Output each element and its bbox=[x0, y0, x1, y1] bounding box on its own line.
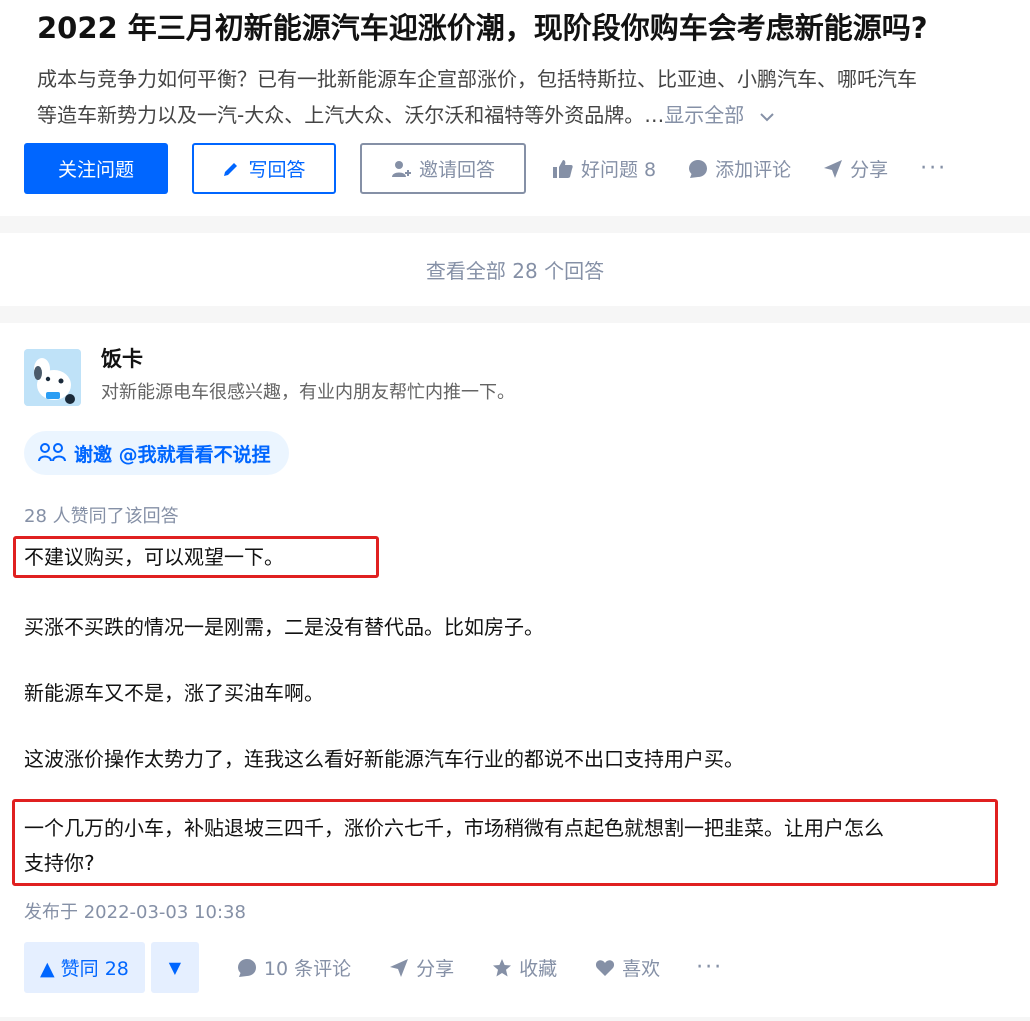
chevron-down-icon bbox=[759, 112, 774, 121]
share-answer-button[interactable]: 分享 bbox=[389, 954, 454, 981]
good-question-label: 好问题 8 bbox=[581, 159, 657, 181]
publish-time[interactable]: 发布于 2022-03-03 10:38 bbox=[24, 898, 246, 924]
invite-answer-label: 邀请回答 bbox=[418, 159, 495, 181]
add-user-icon bbox=[391, 160, 411, 177]
invite-answer-button[interactable]: 邀请回答 bbox=[360, 143, 526, 194]
downvote-button[interactable]: ▼ bbox=[150, 942, 199, 993]
star-icon bbox=[493, 958, 512, 976]
answer-paragraph: 这波涨价操作太势力了，连我这么看好新能源汽车行业的都说不出口支持用户买。 bbox=[24, 747, 744, 771]
comment-icon bbox=[237, 958, 256, 977]
question-more-button[interactable]: ··· bbox=[920, 156, 947, 181]
share-question-label: 分享 bbox=[850, 159, 889, 181]
heart-icon bbox=[596, 959, 615, 976]
author-name[interactable]: 饭卡 bbox=[101, 343, 143, 373]
add-comment-button[interactable]: 添加评论 bbox=[688, 155, 791, 182]
dog-avatar-icon bbox=[24, 349, 81, 406]
write-answer-label: 写回答 bbox=[248, 159, 306, 181]
answer-card: 饭卡 对新能源电车很感兴趣，有业内朋友帮忙内推一下。 谢邀 @我就看看不说捏 2… bbox=[0, 323, 1030, 1017]
question-desc-line-1: 成本与竞争力如何平衡？已有一批新能源车企宣部涨价，包括特斯拉、比亚迪、小鹏汽车、… bbox=[37, 67, 917, 91]
collect-label: 收藏 bbox=[519, 958, 558, 980]
collect-button[interactable]: 收藏 bbox=[492, 954, 557, 981]
comment-icon bbox=[689, 159, 708, 178]
invite-tag-label: 谢邀 @我就看看不说捏 bbox=[74, 443, 271, 466]
question-description: 成本与竞争力如何平衡？已有一批新能源车企宣部涨价，包括特斯拉、比亚迪、小鹏汽车、… bbox=[37, 61, 1030, 133]
add-comment-label: 添加评论 bbox=[715, 159, 792, 181]
question-desc-line-2: 等造车新势力以及一汽-大众、上汽大众、沃尔沃和福特等外资品牌。…显示全部 bbox=[37, 97, 1030, 133]
voters-count[interactable]: 28 人赞同了该回答 bbox=[24, 502, 179, 528]
avatar[interactable] bbox=[24, 349, 81, 406]
author-bio: 对新能源电车很感兴趣，有业内朋友帮忙内推一下。 bbox=[101, 382, 515, 403]
question-title[interactable]: 2022 年三月初新能源汽车迎涨价潮，现阶段你购车会考虑新能源吗? bbox=[37, 10, 1030, 46]
show-all-link[interactable]: 显示全部 bbox=[664, 103, 774, 127]
answer-actions: ▲ 赞同 28 ▼ 10 条评论 分享 收藏 喜欢 ··· bbox=[24, 942, 723, 993]
invite-thanks-tag[interactable]: 谢邀 @我就看看不说捏 bbox=[24, 431, 289, 475]
answer-paragraph: 不建议购买，可以观望一下。 bbox=[24, 545, 284, 569]
paper-plane-icon bbox=[390, 958, 409, 977]
invite-people-icon bbox=[38, 443, 66, 462]
answer-paragraph: 支持你? bbox=[24, 851, 95, 875]
view-all-answers-link[interactable]: 查看全部 28 个回答 bbox=[0, 233, 1030, 306]
answer-paragraph: 买涨不买跌的情况一是刚需，二是没有替代品。比如房子。 bbox=[24, 615, 544, 639]
write-answer-button[interactable]: 写回答 bbox=[192, 143, 336, 194]
share-question-button[interactable]: 分享 bbox=[823, 155, 888, 182]
thumbs-up-icon bbox=[553, 159, 573, 178]
question-card: 2022 年三月初新能源汽车迎涨价潮，现阶段你购车会考虑新能源吗? 成本与竞争力… bbox=[0, 0, 1030, 216]
paper-plane-icon bbox=[824, 159, 843, 178]
like-button[interactable]: 喜欢 bbox=[595, 954, 660, 981]
upvote-button[interactable]: ▲ 赞同 28 bbox=[24, 942, 145, 993]
question-actions: 关注问题 写回答 邀请回答 好问题 8 添加评论 分享 ··· bbox=[24, 143, 947, 194]
comments-label: 10 条评论 bbox=[263, 958, 352, 980]
answer-more-button[interactable]: ··· bbox=[696, 955, 723, 980]
pencil-icon bbox=[224, 162, 238, 176]
question-desc-text: 等造车新势力以及一汽-大众、上汽大众、沃尔沃和福特等外资品牌。… bbox=[37, 103, 665, 127]
share-answer-label: 分享 bbox=[416, 958, 455, 980]
like-label: 喜欢 bbox=[622, 958, 661, 980]
answer-paragraph: 一个几万的小车，补贴退坡三四千，涨价六七千，市场稍微有点起色就想割一把韭菜。让用… bbox=[24, 816, 884, 840]
follow-question-button[interactable]: 关注问题 bbox=[24, 143, 168, 194]
answer-paragraph: 新能源车又不是，涨了买油车啊。 bbox=[24, 681, 324, 705]
comments-button[interactable]: 10 条评论 bbox=[237, 954, 351, 981]
good-question-button[interactable]: 好问题 8 bbox=[552, 155, 656, 182]
